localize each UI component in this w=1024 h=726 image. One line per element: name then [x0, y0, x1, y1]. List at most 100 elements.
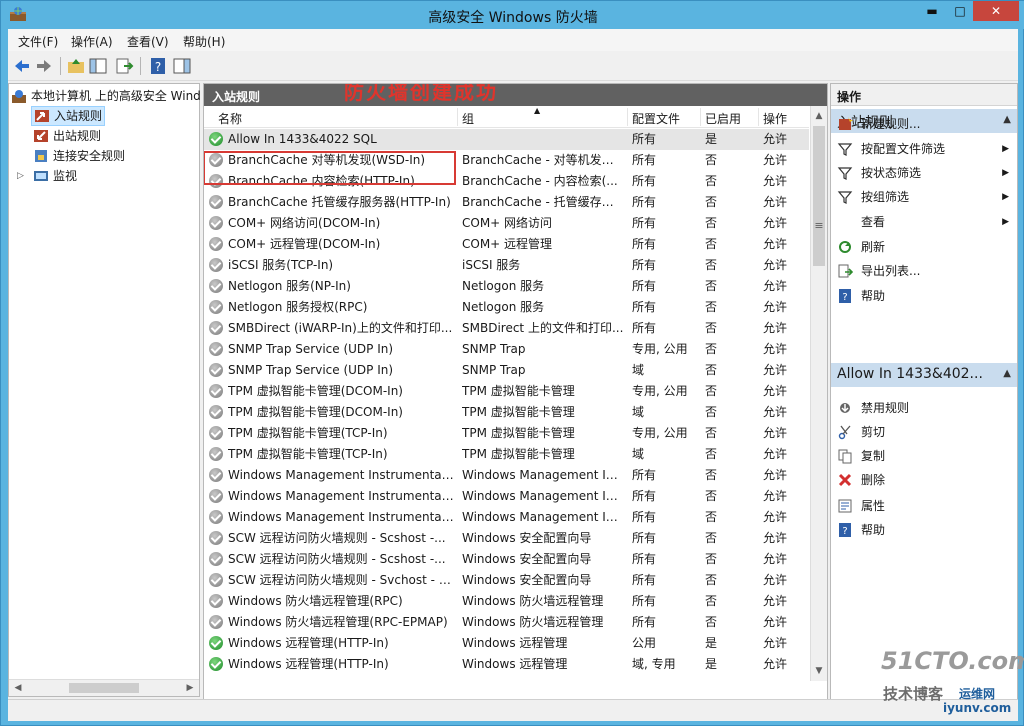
table-row[interactable]: SCW 远程访问防火墙规则 - Svchost - T... Windows 安全… [204, 570, 809, 591]
column-group[interactable]: 组 [462, 110, 474, 127]
scroll-right-icon[interactable]: ▶ [182, 680, 198, 696]
column-enabled[interactable]: 已启用 [705, 110, 741, 127]
cell-action: 允许 [763, 321, 788, 335]
table-row[interactable]: COM+ 远程管理(DCOM-In) COM+ 远程管理 所有 否 允许 [204, 234, 809, 255]
table-row[interactable]: TPM 虚拟智能卡管理(DCOM-In) TPM 虚拟智能卡管理 域 否 允许 [204, 402, 809, 423]
table-row[interactable]: TPM 虚拟智能卡管理(TCP-In) TPM 虚拟智能卡管理 域 否 允许 [204, 444, 809, 465]
table-row[interactable]: Netlogon 服务(NP-In) Netlogon 服务 所有 否 允许 [204, 276, 809, 297]
table-row[interactable]: Windows 远程管理(HTTP-In) Windows 远程管理 公用 是 允许 [204, 633, 809, 654]
tree-root[interactable]: 本地计算机 上的高级安全 Wind [11, 86, 201, 106]
rule-disabled-icon [209, 489, 223, 503]
action-label: 按组筛选 [861, 190, 910, 204]
table-row[interactable]: COM+ 网络访问(DCOM-In) COM+ 网络访问 所有 否 允许 [204, 213, 809, 234]
action-delete[interactable]: 删除 [837, 470, 1009, 490]
cell-group: Windows 远程管理 [462, 636, 568, 650]
tree-item-outbound-rules[interactable]: 出站规则 [31, 126, 151, 146]
collapse-icon[interactable]: ▲ [1003, 368, 1011, 379]
table-row[interactable]: iSCSI 服务(TCP-In) iSCSI 服务 所有 否 允许 [204, 255, 809, 276]
table-row[interactable]: Windows Management Instrumentati... Windo… [204, 507, 809, 528]
show-hide-tree-icon[interactable] [88, 56, 108, 76]
column-divider[interactable] [627, 108, 628, 126]
action-new-rule[interactable]: 新建规则... [837, 114, 1009, 134]
column-profile[interactable]: 配置文件 [632, 110, 680, 127]
menu-help[interactable]: 帮助(H) [183, 33, 225, 50]
rule-disabled-icon [209, 615, 223, 629]
expand-chevron-icon[interactable]: ▷ [17, 166, 24, 186]
rule-disabled-icon [209, 468, 223, 482]
action-help-rule[interactable]: ? 帮助 [837, 520, 1009, 540]
firewall-window: 高级安全 Windows 防火墙 ▬ □ ✕ 文件(F) 操作(A) 查看(V)… [0, 0, 1024, 726]
show-hide-action-pane-icon[interactable] [172, 56, 192, 76]
minimize-button[interactable]: ▬ [919, 1, 945, 21]
column-divider[interactable] [457, 108, 458, 126]
scroll-down-icon[interactable]: ▼ [811, 663, 827, 679]
tree-item-monitoring[interactable]: ▷ 监视 [17, 166, 157, 186]
action-properties[interactable]: 属性 [837, 496, 1009, 516]
column-divider[interactable] [758, 108, 759, 126]
tree-item-inbound-rules[interactable]: 入站规则 [31, 106, 105, 126]
scroll-up-icon[interactable]: ▲ [811, 108, 827, 124]
scrollbar-thumb[interactable] [69, 683, 139, 693]
cell-name: Allow In 1433&4022 SQL [228, 132, 377, 146]
table-row[interactable]: Windows 远程管理(HTTP-In) Windows 远程管理 域, 专用 是 允… [204, 654, 809, 675]
table-row[interactable]: Allow In 1433&4022 SQL 所有 是 允许 [204, 129, 809, 150]
cell-action: 允许 [763, 216, 788, 230]
menu-view[interactable]: 查看(V) [127, 33, 169, 50]
table-row[interactable]: SNMP Trap Service (UDP In) SNMP Trap 专用, 公… [204, 339, 809, 360]
action-copy[interactable]: 复制 [837, 446, 1009, 466]
cell-action: 允许 [763, 615, 788, 629]
scrollbar-thumb[interactable] [813, 126, 825, 266]
table-row[interactable]: SMBDirect (iWARP-In)上的文件和打印... SMBDirect … [204, 318, 809, 339]
table-row[interactable]: Windows 防火墙远程管理(RPC-EPMAP) Windows 防火墙远程管… [204, 612, 809, 633]
disable-rule-icon [840, 403, 850, 413]
table-row[interactable]: Windows 防火墙远程管理(RPC) Windows 防火墙远程管理 所有 否 允许 [204, 591, 809, 612]
column-action[interactable]: 操作 [763, 110, 787, 127]
refresh-icon [839, 241, 851, 253]
tree-item-connection-security-rules[interactable]: 连接安全规则 [31, 146, 171, 166]
action-filter-by-profile[interactable]: 按配置文件筛选 ▶ [837, 139, 1009, 159]
action-label: 新建规则... [861, 117, 921, 131]
column-divider[interactable] [700, 108, 701, 126]
table-row[interactable]: SNMP Trap Service (UDP In) SNMP Trap 域 否 允许 [204, 360, 809, 381]
tree-horizontal-scrollbar[interactable]: ◀ ▶ [9, 679, 199, 696]
connection-security-icon [35, 150, 47, 162]
action-disable-rule[interactable]: 禁用规则 [837, 398, 1009, 418]
actions-section-selected-rule[interactable]: Allow In 1433&402... ▲ [831, 363, 1017, 387]
table-row[interactable]: TPM 虚拟智能卡管理(TCP-In) TPM 虚拟智能卡管理 专用, 公用 否 允许 [204, 423, 809, 444]
table-row[interactable]: BranchCache 托管缓存服务器(HTTP-In) BranchCache … [204, 192, 809, 213]
cell-group: SNMP Trap [462, 363, 526, 377]
cell-group: COM+ 远程管理 [462, 237, 553, 251]
export-list-icon[interactable] [114, 56, 134, 76]
scroll-left-icon[interactable]: ◀ [10, 680, 26, 696]
action-filter-by-state[interactable]: 按状态筛选 ▶ [837, 163, 1009, 183]
table-row[interactable]: SCW 远程访问防火墙规则 - Scshost -... Windows 安全配置… [204, 528, 809, 549]
action-export-list[interactable]: 导出列表... [837, 261, 1009, 281]
action-help[interactable]: ? 帮助 [837, 286, 1009, 306]
rule-disabled-icon [209, 237, 223, 251]
up-folder-icon[interactable] [66, 56, 86, 76]
action-view[interactable]: 查看 ▶ [837, 212, 1009, 232]
table-row[interactable]: Windows Management Instrumentati... Windo… [204, 465, 809, 486]
table-row[interactable]: SCW 远程访问防火墙规则 - Scshost -... Windows 安全配置… [204, 549, 809, 570]
title-bar[interactable]: 高级安全 Windows 防火墙 ▬ □ ✕ [1, 1, 1024, 29]
action-refresh[interactable]: 刷新 [837, 237, 1009, 257]
table-row[interactable]: Netlogon 服务授权(RPC) Netlogon 服务 所有 否 允许 [204, 297, 809, 318]
column-name[interactable]: 名称 [218, 110, 242, 127]
menu-action[interactable]: 操作(A) [71, 33, 113, 50]
table-row[interactable]: TPM 虚拟智能卡管理(DCOM-In) TPM 虚拟智能卡管理 专用, 公用 否 允许 [204, 381, 809, 402]
rule-disabled-icon [209, 342, 223, 356]
action-cut[interactable]: 剪切 [837, 422, 1009, 442]
cell-name: TPM 虚拟智能卡管理(TCP-In) [228, 426, 388, 440]
menu-file[interactable]: 文件(F) [18, 33, 58, 50]
maximize-button[interactable]: □ [947, 1, 973, 21]
column-header-row: 名称 ▲ 组 配置文件 已启用 操作 [204, 106, 809, 128]
action-label: 帮助 [861, 523, 886, 537]
cell-name: SNMP Trap Service (UDP In) [228, 363, 394, 377]
forward-arrow-icon[interactable] [34, 56, 54, 76]
close-button[interactable]: ✕ [973, 1, 1019, 21]
back-arrow-icon[interactable] [12, 56, 32, 76]
action-filter-by-group[interactable]: 按组筛选 ▶ [837, 187, 1009, 207]
vertical-scrollbar[interactable]: ▲ ≡ ▼ [810, 106, 827, 681]
help-icon[interactable]: ? [148, 56, 168, 76]
table-row[interactable]: Windows Management Instrumentati... Windo… [204, 486, 809, 507]
